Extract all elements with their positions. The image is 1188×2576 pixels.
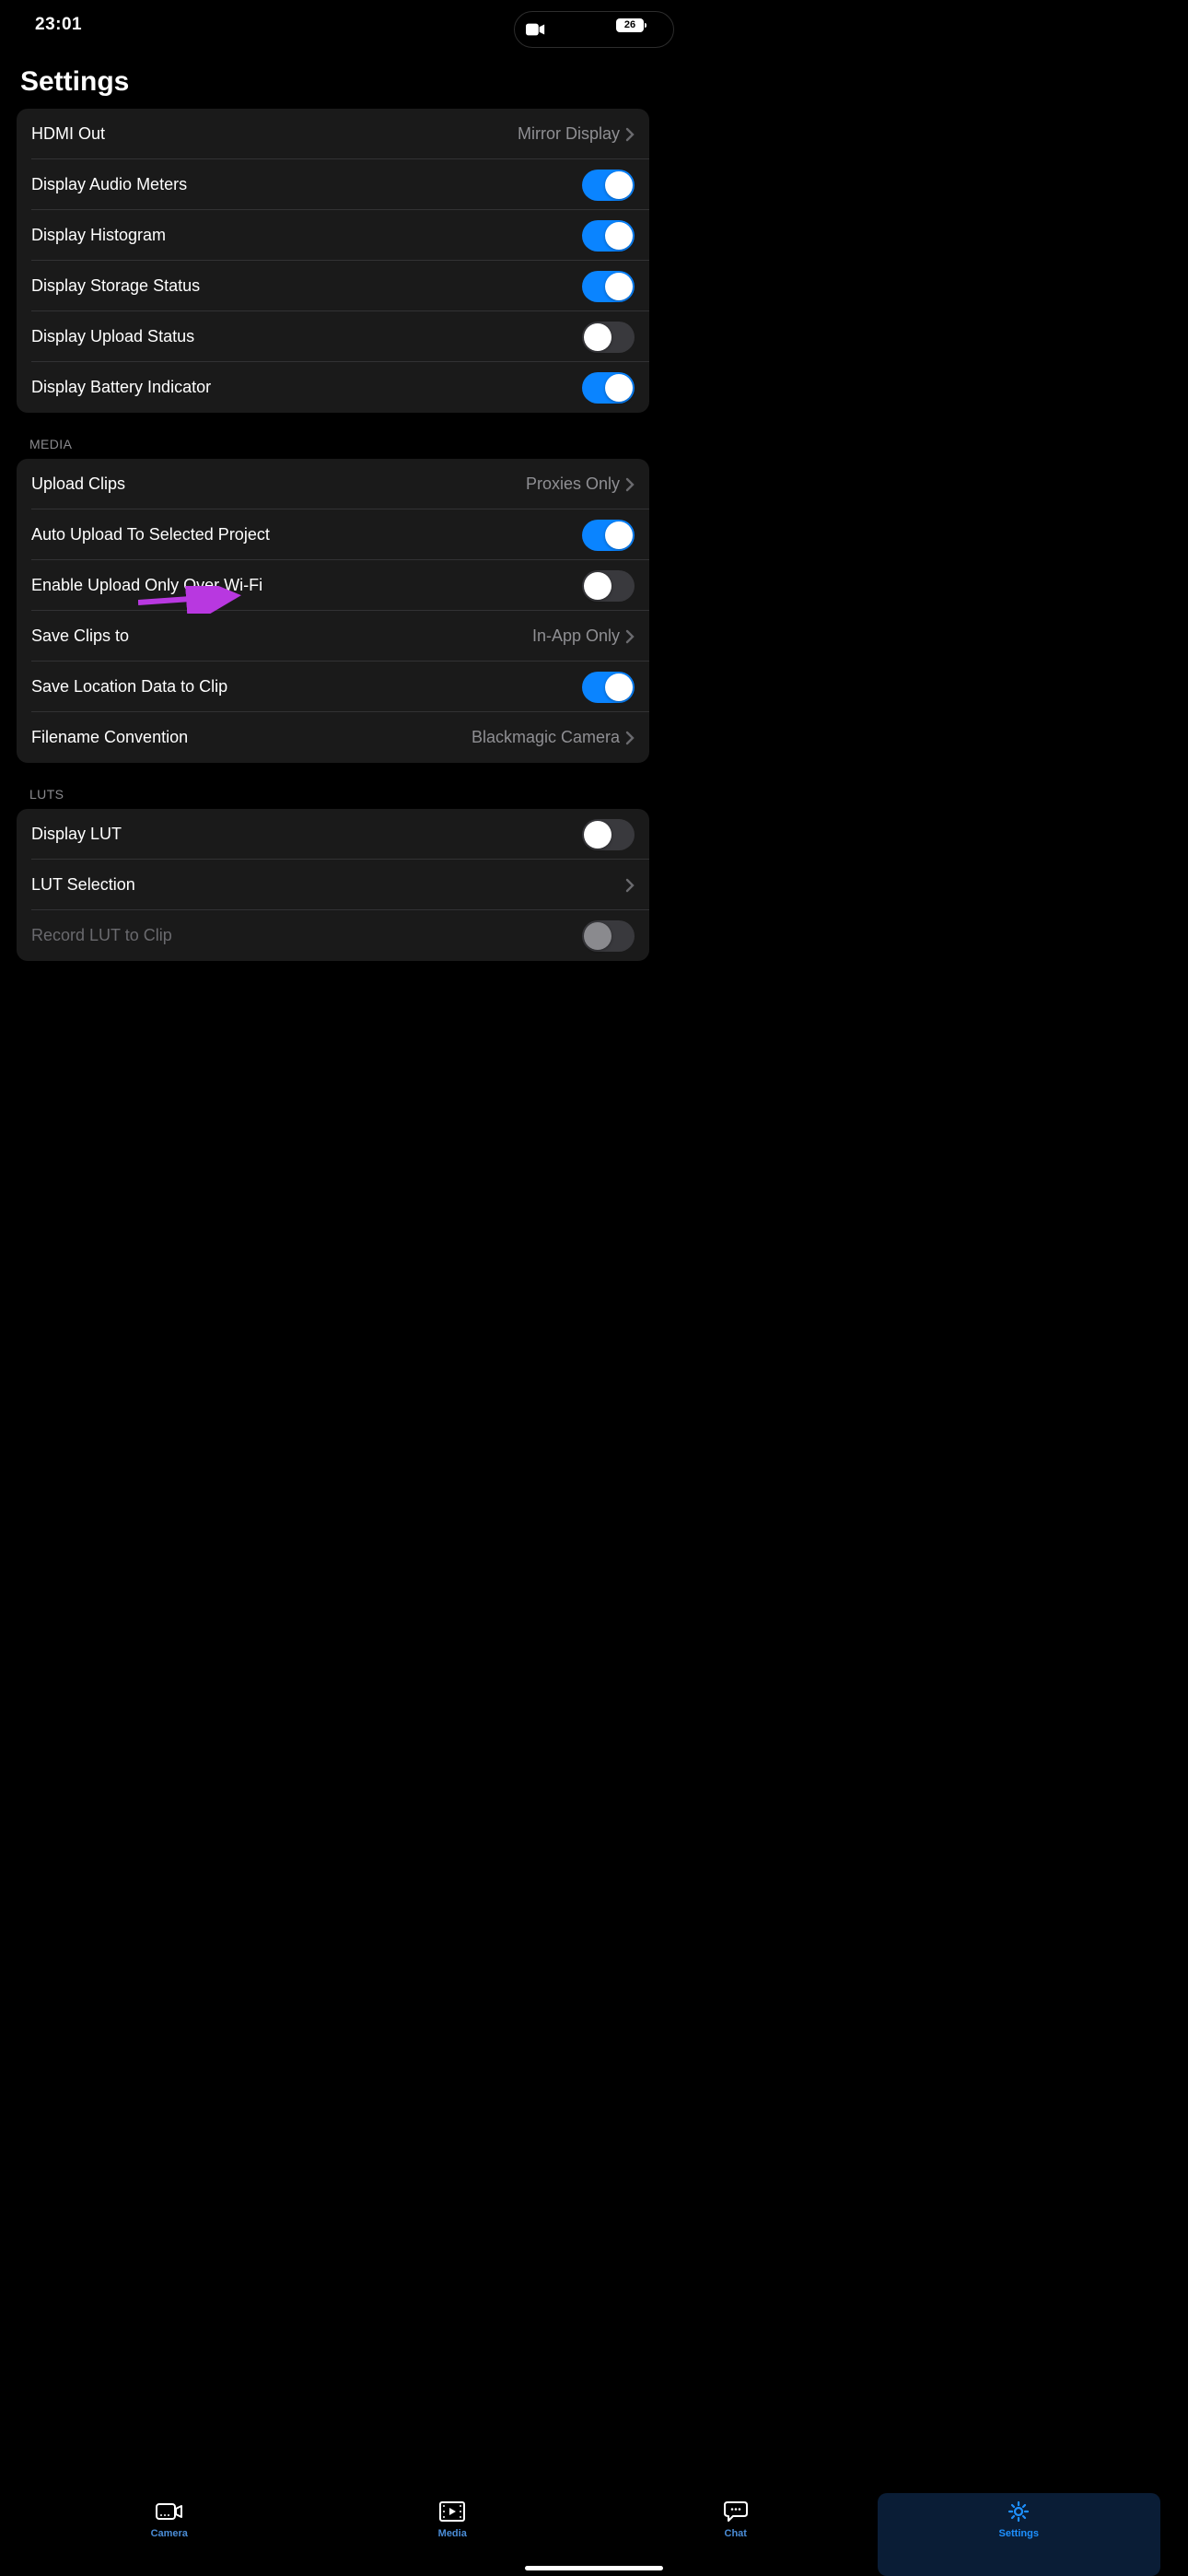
tab-chat[interactable]: Chat <box>594 2493 878 2576</box>
record-lut-toggle <box>582 920 635 952</box>
tab-media[interactable]: Media <box>311 2493 595 2576</box>
save-clips-value: In-App Only <box>532 626 620 646</box>
upload-status-row: Display Upload Status <box>17 311 649 362</box>
camera-recording-icon <box>526 22 546 37</box>
audio-meters-label: Display Audio Meters <box>31 175 582 194</box>
save-clips-row[interactable]: Save Clips to In-App Only <box>17 611 649 662</box>
auto-upload-toggle[interactable] <box>582 520 635 551</box>
page-title: Settings <box>0 50 666 109</box>
upload-status-label: Display Upload Status <box>31 327 582 346</box>
location-data-label: Save Location Data to Clip <box>31 677 582 697</box>
chevron-right-icon <box>625 731 635 745</box>
tab-chat-label: Chat <box>725 2528 747 2539</box>
camera-icon <box>156 2499 183 2524</box>
home-indicator[interactable] <box>525 2566 663 2570</box>
filename-value: Blackmagic Camera <box>472 728 620 747</box>
upload-clips-row[interactable]: Upload Clips Proxies Only <box>17 459 649 509</box>
save-clips-label: Save Clips to <box>31 626 532 646</box>
display-lut-toggle[interactable] <box>582 819 635 850</box>
luts-section-header: LUTS <box>17 763 649 809</box>
chevron-right-icon <box>625 477 635 492</box>
histogram-toggle[interactable] <box>582 220 635 252</box>
tab-settings[interactable]: Settings <box>878 2493 1161 2576</box>
auto-upload-label: Auto Upload To Selected Project <box>31 525 582 544</box>
status-bar: 23:01 26 <box>0 0 666 50</box>
gear-icon <box>1005 2499 1032 2524</box>
lut-selection-row[interactable]: LUT Selection <box>17 860 649 910</box>
location-data-toggle[interactable] <box>582 672 635 703</box>
filename-label: Filename Convention <box>31 728 472 747</box>
media-settings-group: Upload Clips Proxies Only Auto Upload To… <box>17 459 649 763</box>
filename-row[interactable]: Filename Convention Blackmagic Camera <box>17 712 649 763</box>
media-icon <box>438 2499 466 2524</box>
wifi-only-label: Enable Upload Only Over Wi-Fi <box>31 576 582 595</box>
tab-camera-label: Camera <box>151 2528 188 2539</box>
storage-status-row: Display Storage Status <box>17 261 649 311</box>
display-lut-label: Display LUT <box>31 825 582 844</box>
wifi-only-row: Enable Upload Only Over Wi-Fi <box>17 560 649 611</box>
auto-upload-row: Auto Upload To Selected Project <box>17 509 649 560</box>
storage-status-toggle[interactable] <box>582 271 635 302</box>
chat-icon <box>722 2499 750 2524</box>
battery-indicator: 26 <box>616 18 644 32</box>
tab-camera[interactable]: Camera <box>28 2493 311 2576</box>
settings-content: HDMI Out Mirror Display Display Audio Me… <box>0 109 666 961</box>
audio-meters-row: Display Audio Meters <box>17 159 649 210</box>
tab-bar: Camera Media Chat Settings <box>0 2488 1188 2576</box>
hdmi-out-row[interactable]: HDMI Out Mirror Display <box>17 109 649 159</box>
chevron-right-icon <box>625 629 635 644</box>
display-settings-group: HDMI Out Mirror Display Display Audio Me… <box>17 109 649 413</box>
upload-clips-label: Upload Clips <box>31 474 526 494</box>
storage-status-label: Display Storage Status <box>31 276 582 296</box>
battery-indicator-label: Display Battery Indicator <box>31 378 582 397</box>
histogram-row: Display Histogram <box>17 210 649 261</box>
lut-selection-label: LUT Selection <box>31 875 625 895</box>
record-lut-row: Record LUT to Clip <box>17 910 649 961</box>
hdmi-out-value: Mirror Display <box>518 124 620 144</box>
display-lut-row: Display LUT <box>17 809 649 860</box>
tab-media-label: Media <box>438 2528 467 2539</box>
wifi-only-toggle[interactable] <box>582 570 635 602</box>
upload-status-toggle[interactable] <box>582 322 635 353</box>
luts-settings-group: Display LUT LUT Selection Record LUT to … <box>17 809 649 961</box>
histogram-label: Display Histogram <box>31 226 582 245</box>
chevron-right-icon <box>625 127 635 142</box>
battery-indicator-row: Display Battery Indicator <box>17 362 649 413</box>
tab-settings-label: Settings <box>999 2528 1039 2539</box>
audio-meters-toggle[interactable] <box>582 170 635 201</box>
status-time: 23:01 <box>35 15 82 35</box>
media-section-header: MEDIA <box>17 413 649 459</box>
dynamic-island <box>514 11 674 48</box>
location-data-row: Save Location Data to Clip <box>17 662 649 712</box>
hdmi-out-label: HDMI Out <box>31 124 518 144</box>
upload-clips-value: Proxies Only <box>526 474 620 494</box>
record-lut-label: Record LUT to Clip <box>31 926 582 945</box>
battery-indicator-toggle[interactable] <box>582 372 635 404</box>
chevron-right-icon <box>625 878 635 893</box>
